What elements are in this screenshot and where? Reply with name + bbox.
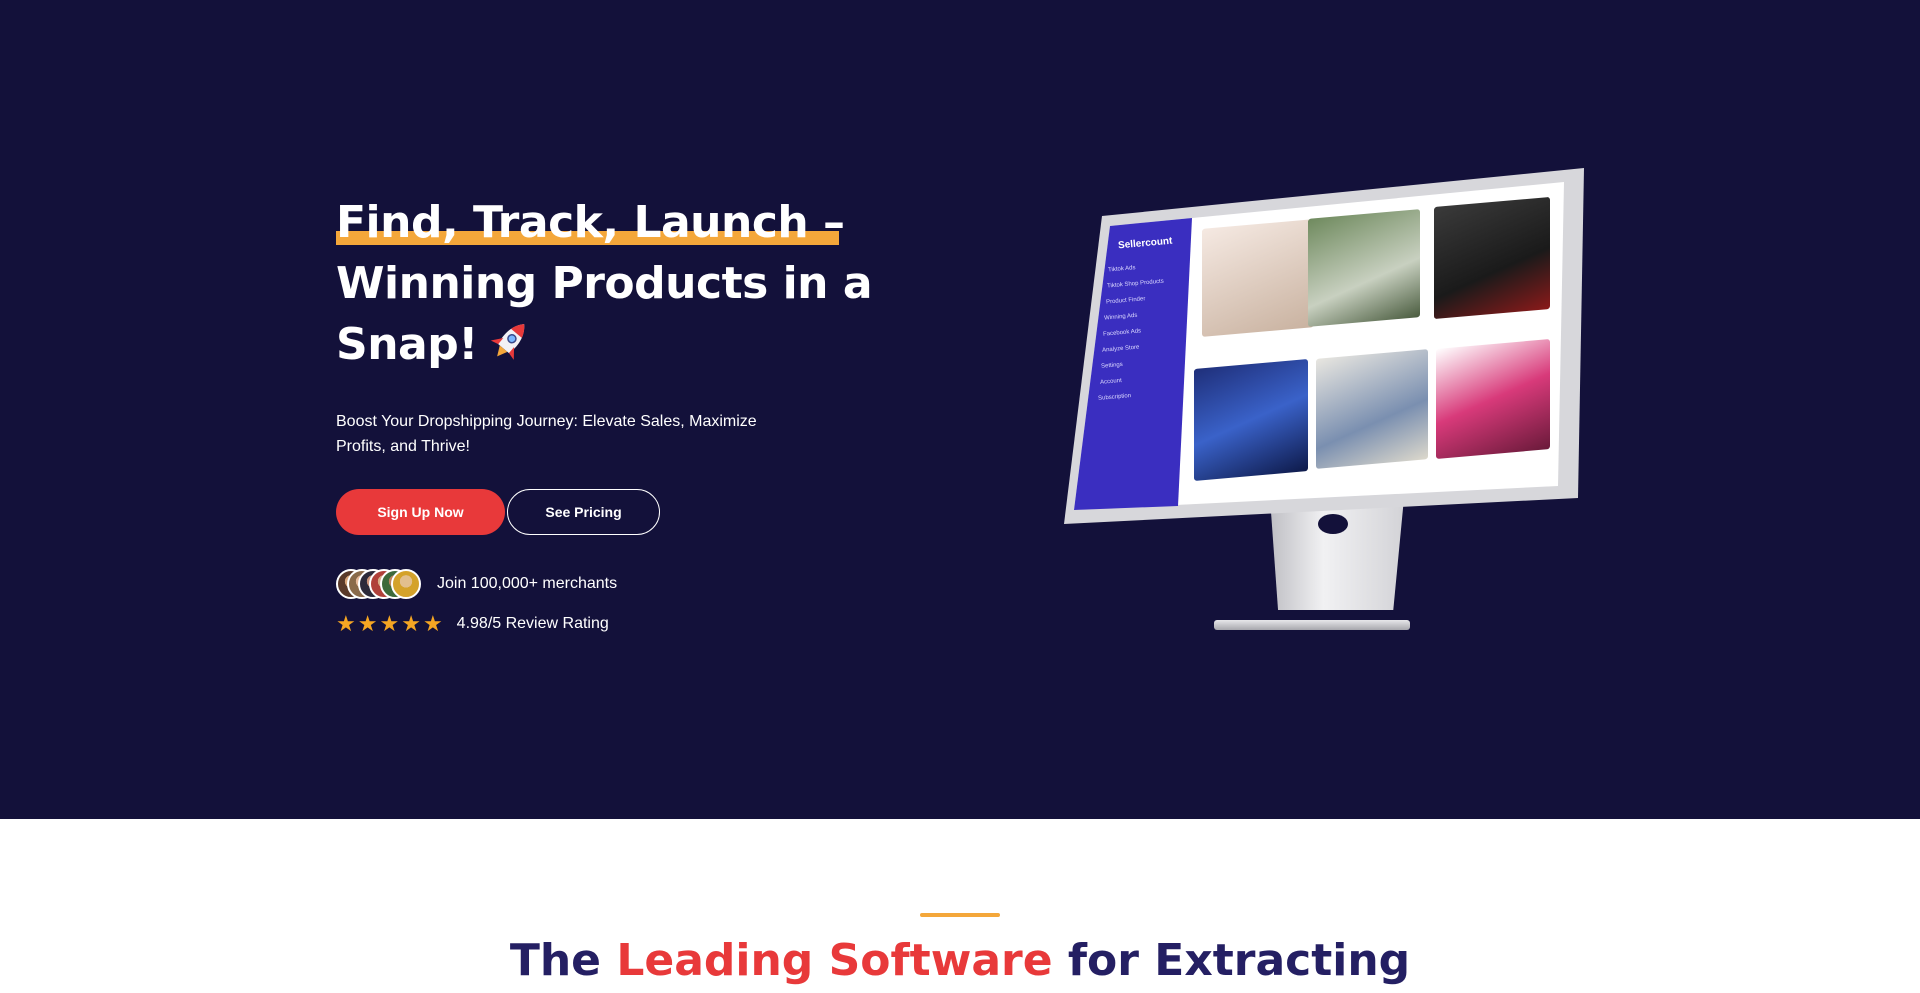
star-icon: ★	[401, 611, 421, 636]
avatar	[391, 569, 421, 599]
app-menu-item: Account	[1099, 377, 1122, 386]
rating-stars: ★ ★ ★ ★ ★	[336, 613, 443, 635]
headline-line-2: Winning Products in a	[336, 258, 873, 309]
product-monitor-image: Sellercount Tiktok Ads Tiktok Shop Produc…	[1064, 168, 1584, 630]
rating-text: 4.98/5 Review Rating	[456, 615, 609, 632]
merchants-row: Join 100,000+ merchants	[336, 569, 876, 599]
sign-up-button[interactable]: Sign Up Now	[336, 489, 505, 535]
app-menu-item: Facebook Ads	[1103, 328, 1142, 338]
headline-line-1: Find, Track, Launch –	[336, 192, 845, 253]
rocket-icon	[484, 317, 536, 365]
product-card	[1316, 349, 1428, 469]
hero-cta-group: Sign Up Now See Pricing	[336, 489, 876, 535]
app-menu-item: Tiktok Shop Products	[1106, 278, 1164, 290]
app-menu-item: Winning Ads	[1104, 312, 1139, 322]
features-section: The Leading Software for Extracting	[0, 819, 1920, 993]
merchants-text: Join 100,000+ merchants	[437, 575, 618, 592]
section-title-part-2: for Extracting	[1052, 935, 1411, 986]
product-card	[1194, 359, 1308, 481]
star-icon: ★	[422, 611, 443, 636]
see-pricing-button[interactable]: See Pricing	[507, 489, 660, 535]
product-card	[1436, 339, 1550, 459]
headline-line-3: Snap!	[336, 319, 478, 370]
section-title: The Leading Software for Extracting	[0, 931, 1920, 991]
hero-content: Find, Track, Launch – Winning Products i…	[336, 192, 876, 635]
section-title-highlight: Leading Software	[616, 935, 1053, 986]
star-icon: ★	[336, 611, 356, 636]
star-icon: ★	[357, 611, 378, 636]
product-card	[1202, 219, 1314, 337]
app-menu-item: Analyze Store	[1101, 344, 1140, 354]
star-icon: ★	[379, 611, 400, 636]
product-card	[1308, 209, 1420, 327]
section-accent-line	[920, 913, 1000, 917]
app-sidebar-menu: Tiktok Ads Tiktok Shop Products Product Fi…	[1098, 264, 1188, 408]
section-title-part-1: The	[509, 935, 617, 986]
app-menu-item: Settings	[1100, 361, 1123, 370]
monitor-stand-hole	[1318, 514, 1348, 534]
monitor-base	[1214, 620, 1410, 630]
app-menu-item: Subscription	[1098, 393, 1132, 402]
avatar-stack	[336, 569, 421, 599]
product-card	[1434, 196, 1550, 320]
app-menu-item: Product Finder	[1105, 296, 1146, 306]
rating-row: ★ ★ ★ ★ ★ 4.98/5 Review Rating	[336, 613, 876, 635]
hero-headline: Find, Track, Launch – Winning Products i…	[336, 192, 876, 375]
hero-subtitle: Boost Your Dropshipping Journey: Elevate…	[336, 413, 757, 455]
hero-section: Find, Track, Launch – Winning Products i…	[0, 0, 1920, 819]
